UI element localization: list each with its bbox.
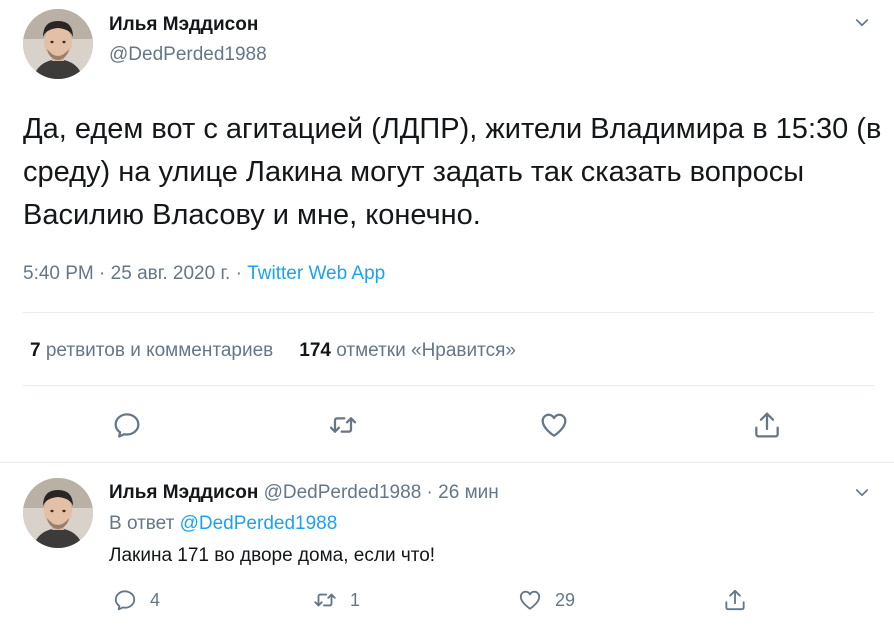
reply-context: В ответ @DedPerded1988 <box>109 513 337 535</box>
tweet-time[interactable]: 5:40 PM <box>23 263 94 284</box>
avatar[interactable] <box>23 9 93 79</box>
reply-header: Илья Мэддисон @DedPerded1988 · 26 мин <box>109 482 499 504</box>
share-button[interactable] <box>722 587 748 613</box>
chevron-down-icon[interactable] <box>853 484 871 502</box>
reply-button[interactable] <box>111 409 143 441</box>
tweet-date[interactable]: 25 авг. 2020 г. <box>111 263 231 284</box>
author-name[interactable]: Илья Мэддисон <box>109 482 258 503</box>
likes-label: отметки «Нравится» <box>336 340 516 361</box>
tweet-source[interactable]: Twitter Web App <box>247 263 385 284</box>
meta-separator: · <box>99 263 106 284</box>
reply-button[interactable]: 4 <box>112 587 160 613</box>
heart-icon <box>517 587 543 613</box>
likes-stat[interactable]: 174 отметки «Нравится» <box>299 340 516 361</box>
divider <box>23 385 874 386</box>
retweets-count: 7 <box>30 340 41 361</box>
tweet-text: Да, едем вот с агитацией (ЛДПР), жители … <box>23 113 882 231</box>
tweet-time[interactable]: 26 мин <box>438 482 499 503</box>
like-button[interactable]: 29 <box>517 587 575 613</box>
heart-icon <box>538 409 570 441</box>
reply-icon <box>112 587 138 613</box>
reply-icon <box>111 409 143 441</box>
retweet-count: 1 <box>350 589 361 610</box>
retweet-icon <box>327 409 359 441</box>
meta-separator: · <box>235 263 242 284</box>
reply-count: 4 <box>150 589 161 610</box>
chevron-down-icon[interactable] <box>853 14 871 32</box>
like-button[interactable] <box>538 409 570 441</box>
retweets-stat[interactable]: 7 ретвитов и комментариев <box>30 340 273 361</box>
author-handle[interactable]: @DedPerded1988 <box>109 44 267 66</box>
author-name[interactable]: Илья Мэддисон <box>109 14 258 36</box>
retweet-button[interactable] <box>327 409 359 441</box>
reply-to-link[interactable]: @DedPerded1988 <box>180 513 338 534</box>
author-handle[interactable]: @DedPerded1988 <box>264 482 422 503</box>
share-button[interactable] <box>751 409 783 441</box>
retweets-label: ретвитов и комментариев <box>45 340 274 361</box>
share-icon <box>751 409 783 441</box>
tweet-stats: 7 ретвитов и комментариев 174 отметки «Нр… <box>30 340 516 362</box>
retweet-icon <box>312 587 338 613</box>
reply-prefix: В ответ <box>109 513 175 534</box>
meta-separator: · <box>426 482 433 503</box>
reply-tweet[interactable]: Илья Мэддисон @DedPerded1988 · 26 мин В … <box>0 462 894 625</box>
divider <box>23 312 874 313</box>
retweet-button[interactable]: 1 <box>312 587 360 613</box>
share-icon <box>722 587 748 613</box>
tweet-text: Лакина 171 во дворе дома, если что! <box>109 545 436 566</box>
tweet-meta: 5:40 PM · 25 авг. 2020 г. · Twitter Web … <box>23 263 385 285</box>
like-count: 29 <box>555 589 576 610</box>
main-tweet: Илья Мэддисон @DedPerded1988 Да, едем во… <box>0 0 894 462</box>
avatar[interactable] <box>23 478 93 548</box>
likes-count: 174 <box>299 340 331 361</box>
